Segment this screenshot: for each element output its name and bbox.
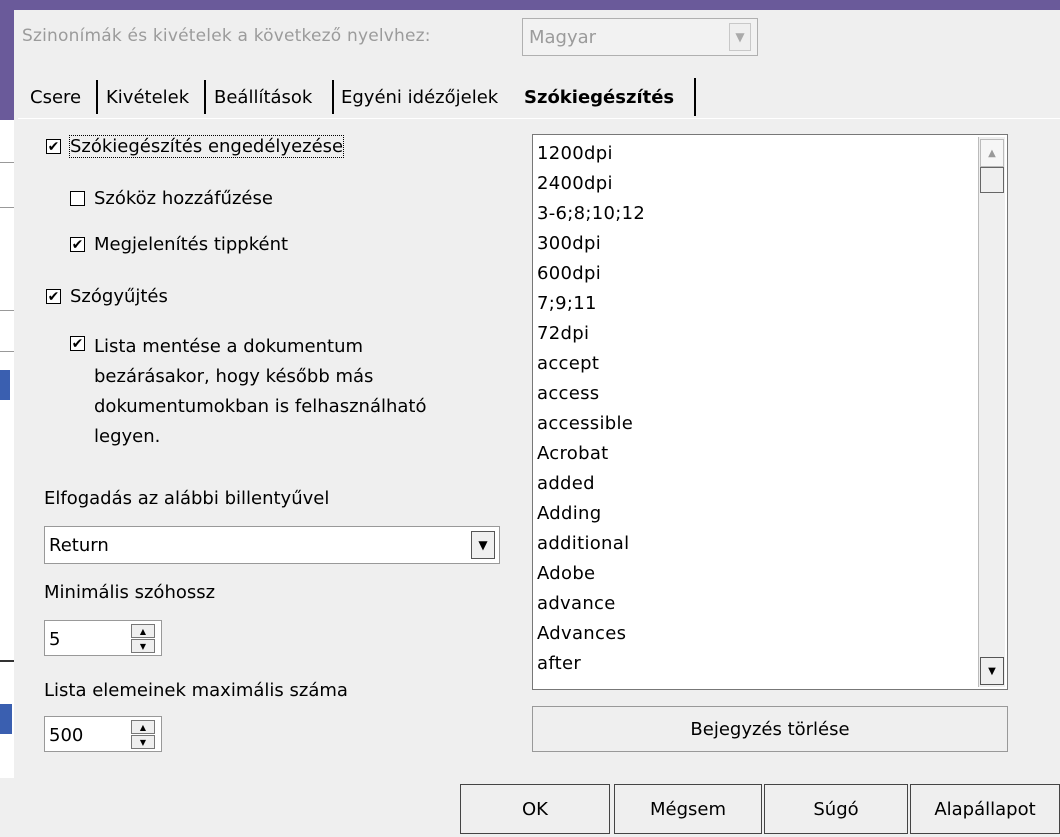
list-item[interactable]: 600dpi [537,259,645,289]
list-item[interactable]: 300dpi [537,229,645,259]
list-item[interactable]: Adobe [537,559,645,589]
list-item[interactable]: additional [537,529,645,559]
list-item[interactable]: 2400dpi [537,169,645,199]
list-item[interactable]: accept [537,349,645,379]
list-item[interactable]: 72dpi [537,319,645,349]
chevron-down-icon[interactable]: ▼ [471,531,495,559]
triangle-up-icon[interactable]: ▲ [131,720,155,734]
accept-key-select[interactable]: Return ▼ [44,526,500,564]
accept-key-label: Elfogadás az alábbi billentyűvel [44,488,330,509]
list-item[interactable]: Adding [537,499,645,529]
checkbox-box[interactable]: ✔ [70,336,85,351]
tab-exceptions[interactable]: Kivételek [106,78,206,116]
list-item[interactable]: 1200dpi [537,139,645,169]
triangle-down-icon[interactable]: ▼ [131,735,155,749]
tab-label: Beállítások [214,86,313,108]
cancel-button[interactable]: Mégsem [614,784,762,834]
scroll-up-icon[interactable]: ▲ [980,139,1004,167]
list-item[interactable]: accessible [537,409,645,439]
checkbox-box[interactable] [70,191,85,206]
show-as-tip-checkbox[interactable]: ✔ Megjelenítés tippként [70,234,288,255]
checkbox-label: Szókiegészítés engedélyezése [68,135,345,158]
label-line: bezárásakor, hogy később más [94,366,374,387]
delete-entry-button[interactable]: Bejegyzés törlése [532,706,1008,752]
tab-word-completion[interactable]: Szókiegészítés [524,78,696,116]
background-window-edge [0,10,14,120]
tab-replace[interactable]: Csere [30,78,98,116]
tab-label: Szókiegészítés [524,86,675,108]
reset-button[interactable]: Alapállapot [910,784,1060,834]
background-window-remnant [0,120,14,837]
checkbox-label: Szógyűjtés [70,286,168,307]
accept-key-value: Return [49,535,109,556]
list-item[interactable]: Acrobat [537,439,645,469]
min-word-length-value: 5 [49,629,61,650]
tab-label: Kivételek [106,86,190,108]
tab-label: Csere [30,86,82,108]
word-list-scrollbar[interactable]: ▲ ▼ [978,137,1005,687]
help-button[interactable]: Súgó [764,784,908,834]
max-entries-stepper[interactable]: 500 ▲ ▼ [44,716,162,752]
min-word-length-stepper[interactable]: 5 ▲ ▼ [44,620,162,656]
language-select-value: Magyar [529,27,597,48]
triangle-down-icon[interactable]: ▼ [131,639,155,653]
list-item[interactable]: 7;9;11 [537,289,645,319]
scroll-down-icon[interactable]: ▼ [980,657,1004,685]
list-item[interactable]: advance [537,589,645,619]
ok-button[interactable]: OK [460,784,610,834]
language-label: Szinonímák és kivételek a következő nyel… [22,26,431,46]
list-item[interactable]: access [537,379,645,409]
language-select[interactable]: Magyar ▼ [522,18,758,56]
label-line: Lista mentése a dokumentum [94,336,364,357]
checkbox-label: Szóköz hozzáfűzése [94,188,273,209]
max-entries-value: 500 [49,725,84,746]
collect-words-checkbox[interactable]: ✔ Szógyűjtés [46,286,168,307]
checkbox-label: Megjelenítés tippként [94,234,289,255]
checkbox-box[interactable]: ✔ [46,139,61,154]
label-line: dokumentumokban is felhasználható [94,396,427,417]
list-item[interactable]: after [537,649,645,679]
tab-options[interactable]: Beállítások [214,78,334,116]
list-item[interactable]: Advances [537,619,645,649]
list-item[interactable]: added [537,469,645,499]
tab-label: Egyéni idézőjelek [341,86,499,108]
word-list[interactable]: 1200dpi 2400dpi 3-6;8;10;12 300dpi 600dp… [532,134,1008,690]
checkbox-box[interactable]: ✔ [46,289,61,304]
list-item[interactable]: 3-6;8;10;12 [537,199,645,229]
min-word-length-label: Minimális szóhossz [44,582,216,603]
append-space-checkbox[interactable]: Szóköz hozzáfűzése [70,188,273,209]
save-list-checkbox[interactable]: ✔ Lista mentése a dokumentum bezárásakor… [70,332,426,452]
tab-custom-quotes[interactable]: Egyéni idézőjelek [341,78,523,116]
chevron-down-icon[interactable]: ▼ [729,23,751,51]
enable-word-completion-checkbox[interactable]: ✔ Szókiegészítés engedélyezése [46,135,345,158]
checkbox-label: Lista mentése a dokumentum bezárásakor, … [94,332,426,452]
triangle-up-icon[interactable]: ▲ [131,624,155,638]
scroll-thumb[interactable] [980,167,1004,193]
window-title-bar [0,0,1060,10]
checkbox-box[interactable]: ✔ [70,237,85,252]
max-entries-label: Lista elemeinek maximális száma [44,680,348,701]
label-line: legyen. [94,426,161,447]
